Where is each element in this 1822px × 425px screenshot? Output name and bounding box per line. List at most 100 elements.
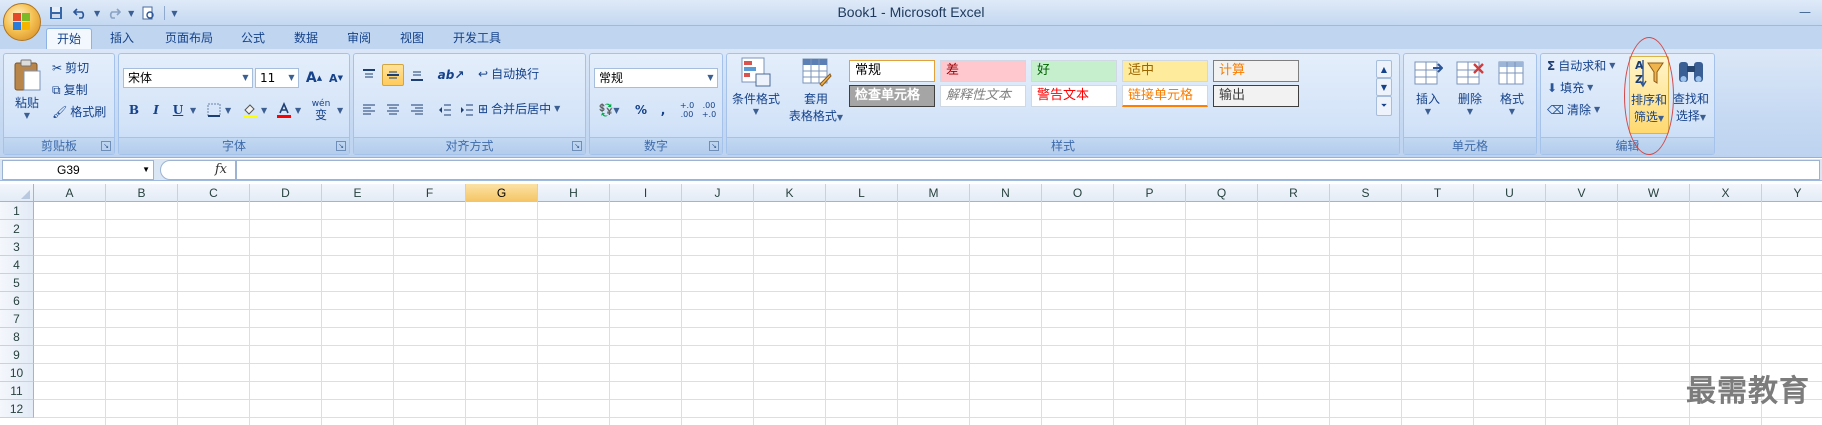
insert-cells-dropdown-icon[interactable]: ▼ xyxy=(1408,107,1448,116)
align-left-button[interactable] xyxy=(358,99,380,121)
align-center-button[interactable] xyxy=(382,99,404,121)
clear-dropdown-icon[interactable]: ▼ xyxy=(1594,100,1600,120)
column-header-s[interactable]: S xyxy=(1330,184,1402,202)
fill-color-button[interactable] xyxy=(239,99,261,121)
row-header-4[interactable]: 4 xyxy=(0,256,34,274)
font-color-dropdown-icon[interactable]: ▼ xyxy=(295,106,301,115)
merge-center-button[interactable]: ⊞ 合并后居中 ▼ xyxy=(478,99,560,119)
comma-button[interactable]: , xyxy=(652,99,674,121)
orientation-button[interactable]: ab↗ xyxy=(434,64,468,86)
style-warning[interactable]: 警告文本 xyxy=(1031,85,1117,107)
column-header-u[interactable]: U xyxy=(1474,184,1546,202)
column-header-c[interactable]: C xyxy=(178,184,250,202)
percent-button[interactable]: % xyxy=(630,99,652,121)
style-neutral[interactable]: 适中 xyxy=(1122,60,1208,82)
grow-font-button[interactable]: A ▲ xyxy=(303,67,325,89)
font-name-dropdown-icon[interactable]: ▼ xyxy=(239,69,252,87)
row-header-9[interactable]: 9 xyxy=(0,346,34,364)
format-painter-button[interactable]: 🖌 格式刷 xyxy=(52,102,106,122)
alignment-launcher-icon[interactable]: ↘ xyxy=(572,141,582,151)
style-linked-cell[interactable]: 链接单元格 xyxy=(1122,85,1208,107)
select-all-button[interactable] xyxy=(0,184,34,202)
autosum-dropdown-icon[interactable]: ▼ xyxy=(1609,56,1615,76)
fill-dropdown-icon[interactable]: ▼ xyxy=(1587,78,1593,98)
font-size-combo[interactable]: 11 ▼ xyxy=(255,68,299,88)
gallery-more-icon[interactable]: ⏷ xyxy=(1376,96,1392,116)
style-check-cell[interactable]: 检查单元格 xyxy=(849,85,935,107)
office-button[interactable] xyxy=(3,3,41,41)
row-header-7[interactable]: 7 xyxy=(0,310,34,328)
redo-icon[interactable] xyxy=(104,4,124,22)
row-header-11[interactable]: 11 xyxy=(0,382,34,400)
clear-button[interactable]: ⌫ 清除 ▼ xyxy=(1547,100,1600,120)
minimize-icon[interactable]: — xyxy=(1792,3,1818,21)
column-header-e[interactable]: E xyxy=(322,184,394,202)
tab-data[interactable]: 数据 xyxy=(284,28,328,50)
redo-dropdown-icon[interactable]: ▼ xyxy=(128,9,134,18)
gallery-scroll-down-icon[interactable]: ▼ xyxy=(1376,78,1392,96)
bold-button[interactable]: B xyxy=(123,99,145,121)
column-header-q[interactable]: Q xyxy=(1186,184,1258,202)
style-output[interactable]: 输出 xyxy=(1213,85,1299,107)
column-header-r[interactable]: R xyxy=(1258,184,1330,202)
conditional-format-button[interactable]: 条件格式 ▼ xyxy=(729,56,783,116)
print-preview-icon[interactable] xyxy=(138,4,158,22)
column-header-y[interactable]: Y xyxy=(1762,184,1822,202)
row-header-12[interactable]: 12 xyxy=(0,400,34,418)
number-format-combo[interactable]: 常规 ▼ xyxy=(594,68,718,88)
column-header-f[interactable]: F xyxy=(394,184,466,202)
style-bad[interactable]: 差 xyxy=(940,60,1026,82)
name-box[interactable]: G39 ▼ xyxy=(2,160,154,180)
find-select-button[interactable]: 查找和 选择▼ xyxy=(1671,56,1711,124)
phonetic-dropdown-icon[interactable]: ▼ xyxy=(337,106,343,115)
copy-button[interactable]: ⧉ 复制 xyxy=(52,80,88,100)
column-header-d[interactable]: D xyxy=(250,184,322,202)
style-normal[interactable]: 常规 xyxy=(849,60,935,82)
borders-button[interactable] xyxy=(203,99,225,121)
gallery-scroll-up-icon[interactable]: ▲ xyxy=(1376,60,1392,78)
align-right-button[interactable] xyxy=(406,99,428,121)
italic-button[interactable]: I xyxy=(145,99,167,121)
font-color-button[interactable] xyxy=(273,99,295,121)
number-format-dropdown-icon[interactable]: ▼ xyxy=(704,69,717,87)
phonetic-button[interactable]: wén 变 xyxy=(307,96,335,124)
column-header-a[interactable]: A xyxy=(34,184,106,202)
row-header-3[interactable]: 3 xyxy=(0,238,34,256)
tab-page-layout[interactable]: 页面布局 xyxy=(155,28,223,50)
increase-indent-button[interactable] xyxy=(456,99,478,121)
column-header-x[interactable]: X xyxy=(1690,184,1762,202)
decrease-decimal-button[interactable]: .00 +.0 xyxy=(698,99,720,121)
font-size-dropdown-icon[interactable]: ▼ xyxy=(285,69,298,87)
style-good[interactable]: 好 xyxy=(1031,60,1117,82)
delete-cells-button[interactable]: 删除 ▼ xyxy=(1450,58,1490,116)
fill-button[interactable]: ⬇ 填充 ▼ xyxy=(1547,78,1593,98)
fill-color-dropdown-icon[interactable]: ▼ xyxy=(261,106,267,115)
save-icon[interactable] xyxy=(46,4,66,22)
column-header-t[interactable]: T xyxy=(1402,184,1474,202)
cell-area[interactable] xyxy=(34,202,1822,425)
shrink-font-button[interactable]: A ▼ xyxy=(325,67,347,89)
tab-review[interactable]: 审阅 xyxy=(337,28,381,50)
column-header-j[interactable]: J xyxy=(682,184,754,202)
paste-button[interactable]: 粘贴 ▼ xyxy=(8,58,46,120)
insert-cells-button[interactable]: 插入 ▼ xyxy=(1408,58,1448,116)
align-bottom-button[interactable] xyxy=(406,64,428,86)
decrease-indent-button[interactable] xyxy=(434,99,456,121)
wrap-text-button[interactable]: ↩ 自动换行 xyxy=(478,64,539,84)
row-header-6[interactable]: 6 xyxy=(0,292,34,310)
column-header-o[interactable]: O xyxy=(1042,184,1114,202)
tab-developer[interactable]: 开发工具 xyxy=(443,28,511,50)
tab-home[interactable]: 开始 xyxy=(46,28,93,50)
tab-formulas[interactable]: 公式 xyxy=(231,28,275,50)
row-header-8[interactable]: 8 xyxy=(0,328,34,346)
paste-dropdown-icon[interactable]: ▼ xyxy=(8,111,46,120)
font-name-combo[interactable]: 宋体 ▼ xyxy=(123,68,253,88)
formula-input[interactable] xyxy=(236,160,1820,180)
style-calculation[interactable]: 计算 xyxy=(1213,60,1299,82)
column-header-w[interactable]: W xyxy=(1618,184,1690,202)
undo-icon[interactable] xyxy=(70,4,90,22)
autosum-button[interactable]: Σ 自动求和 ▼ xyxy=(1547,56,1615,76)
delete-cells-dropdown-icon[interactable]: ▼ xyxy=(1450,107,1490,116)
clipboard-launcher-icon[interactable]: ↘ xyxy=(101,141,111,151)
row-header-5[interactable]: 5 xyxy=(0,274,34,292)
